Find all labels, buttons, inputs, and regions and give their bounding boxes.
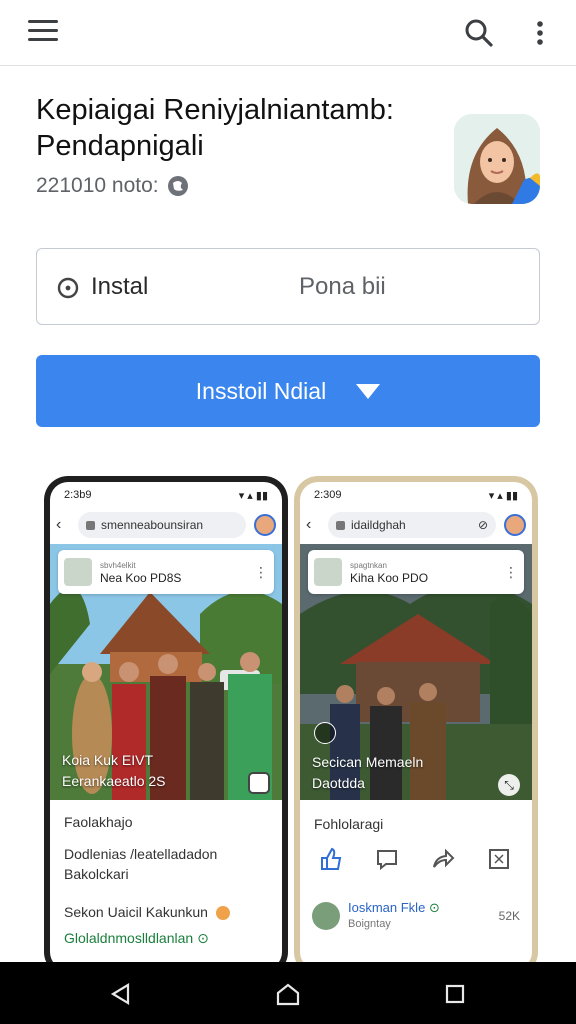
- app-bar: [0, 0, 576, 66]
- status-bar: 2:3b9 ▾ ▴ ▮▮: [50, 482, 282, 508]
- desc-line-1: Dodlenias /leatelladadon: [64, 846, 218, 862]
- profile-avatar: [504, 514, 526, 536]
- home-nav-icon[interactable]: [275, 982, 301, 1006]
- url-pill: idaildghah ⊘: [328, 512, 496, 538]
- browser-url-bar: ‹ idaildghah ⊘: [306, 510, 526, 540]
- status-bar: 2:309 ▾ ▴ ▮▮: [300, 482, 532, 508]
- post-title-text: Kiha Koo PDO: [350, 571, 429, 585]
- comment-row[interactable]: Ioskman Fkle ⊙ Boigntay 52K: [312, 900, 520, 932]
- refresh-icon: ⊘: [477, 518, 488, 532]
- info-label-left: Instal: [91, 273, 149, 300]
- back-nav-icon[interactable]: [108, 982, 134, 1006]
- info-label-right: Pona bii: [299, 273, 386, 300]
- screenshot-phone-1[interactable]: 2:3b9 ▾ ▴ ▮▮ ‹ smenneabounsiran sbvh4elk…: [44, 476, 288, 976]
- photo-caption: Secican Memaeln Daotdda: [312, 752, 423, 794]
- commenter-name: Ioskman Fkle ⊙ Boigntay: [348, 900, 440, 932]
- like-icon[interactable]: [318, 846, 344, 872]
- phone-2-screen: 2:309 ▾ ▴ ▮▮ ‹ idaildghah ⊘ spagtnkan Ki…: [300, 482, 532, 970]
- commenter-avatar: [312, 902, 340, 930]
- screenshot-phone-2[interactable]: 2:309 ▾ ▴ ▮▮ ‹ idaildghah ⊘ spagtnkan Ki…: [294, 476, 538, 976]
- footer-text-1: Sekon Uaicil Kakunkun: [64, 904, 208, 920]
- dropdown-arrow-icon: [356, 383, 381, 399]
- post-description: Dodlenias /leatelladadon Bakolckari: [64, 844, 268, 884]
- share-icon[interactable]: [430, 846, 456, 872]
- hamburger-menu-icon[interactable]: [28, 20, 58, 44]
- expand-overlay-icon[interactable]: ⤡: [498, 774, 520, 796]
- status-time: 2:309: [314, 489, 342, 501]
- app-title-line-1: Kepiaigai Reniyjalniantamb:: [36, 94, 394, 126]
- section-label: Faolakhajo: [64, 814, 133, 830]
- app-title: Kepiaigai Reniyjalniantamb: Pendapnigali: [36, 92, 436, 164]
- url-text: smenneabounsiran: [101, 518, 204, 532]
- post-header-card[interactable]: spagtnkan Kiha Koo PDO ⋮: [308, 550, 524, 594]
- caption-line-1: Secican Memaeln: [312, 754, 424, 770]
- lock-icon: [336, 520, 345, 530]
- post-more-icon[interactable]: ⋮: [254, 564, 268, 581]
- search-icon[interactable]: [464, 18, 494, 48]
- more-vert-icon[interactable]: [530, 18, 550, 48]
- install-info-box[interactable]: Instal Pona bii: [36, 248, 540, 325]
- lock-icon: [86, 520, 95, 530]
- check-circle-icon: ⊙: [197, 930, 209, 946]
- desc-line-2: Bakolckari: [64, 866, 129, 882]
- back-arrow-icon: ‹: [306, 516, 312, 533]
- post-actions: [318, 846, 512, 872]
- comment-icon[interactable]: [374, 846, 400, 872]
- footer-text-2: Glolaldnmoslldlanlan: [64, 930, 194, 946]
- app-icon: [454, 114, 540, 204]
- post-title: sbvh4elkit Nea Koo PD8S: [100, 559, 246, 585]
- app-meta-text: 221010 noto:: [36, 174, 159, 197]
- browser-url-bar: ‹ smenneabounsiran: [56, 510, 276, 540]
- post-title: spagtnkan Kiha Koo PDO: [350, 559, 496, 585]
- play-overlay-icon[interactable]: [314, 722, 336, 744]
- post-avatar: [314, 558, 342, 586]
- caption-line-2: Daotdda: [312, 775, 365, 791]
- caption-line-2: Eerankaeatlo 2S: [62, 773, 166, 789]
- comment-count: 52K: [498, 909, 520, 923]
- post-avatar: [64, 558, 92, 586]
- bookmark-icon[interactable]: [486, 846, 512, 872]
- post-header-card[interactable]: sbvh4elkit Nea Koo PD8S ⋮: [58, 550, 274, 594]
- url-text: idaildghah: [351, 518, 406, 532]
- signal-battery-icon: ▾ ▴ ▮▮: [488, 490, 518, 502]
- post-more-icon[interactable]: ⋮: [504, 564, 518, 581]
- phone-1-screen: 2:3b9 ▾ ▴ ▮▮ ‹ smenneabounsiran sbvh4elk…: [50, 482, 282, 970]
- section-label: Fohlolaragi: [314, 816, 384, 832]
- photo-caption: Koia Kuk EIVT Eerankaeatlo 2S: [62, 750, 166, 792]
- info-circle-icon: [57, 277, 79, 299]
- footer-line-2: Glolaldnmoslldlanlan ⊙: [64, 928, 268, 948]
- install-button[interactable]: Insstoil Ndial: [36, 355, 540, 427]
- commenter-name-text: Ioskman Fkle: [348, 900, 426, 915]
- caption-line-1: Koia Kuk EIVT: [62, 752, 154, 768]
- globe-icon: [167, 176, 188, 196]
- commenter-subtitle: Boigntay: [348, 918, 391, 930]
- recents-nav-icon[interactable]: [443, 982, 467, 1006]
- status-time: 2:3b9: [64, 489, 92, 501]
- app-meta: 221010 noto:: [36, 174, 189, 198]
- back-arrow-icon: ‹: [56, 516, 62, 533]
- signal-battery-icon: ▾ ▴ ▮▮: [238, 490, 268, 502]
- system-nav-bar: [0, 962, 576, 1024]
- footer-line-1: Sekon Uaicil Kakunkun: [64, 902, 268, 922]
- hijab-avatar-icon: [454, 114, 540, 204]
- install-button-label: Insstoil Ndial: [195, 377, 327, 404]
- verified-icon: ⊙: [428, 900, 440, 915]
- share-overlay-button[interactable]: [248, 772, 270, 794]
- post-title-text: Nea Koo PD8S: [100, 571, 182, 585]
- app-title-line-2: Pendapnigali: [36, 130, 204, 162]
- emoji-icon: [215, 906, 230, 921]
- profile-avatar: [254, 514, 276, 536]
- url-pill: smenneabounsiran: [78, 512, 246, 538]
